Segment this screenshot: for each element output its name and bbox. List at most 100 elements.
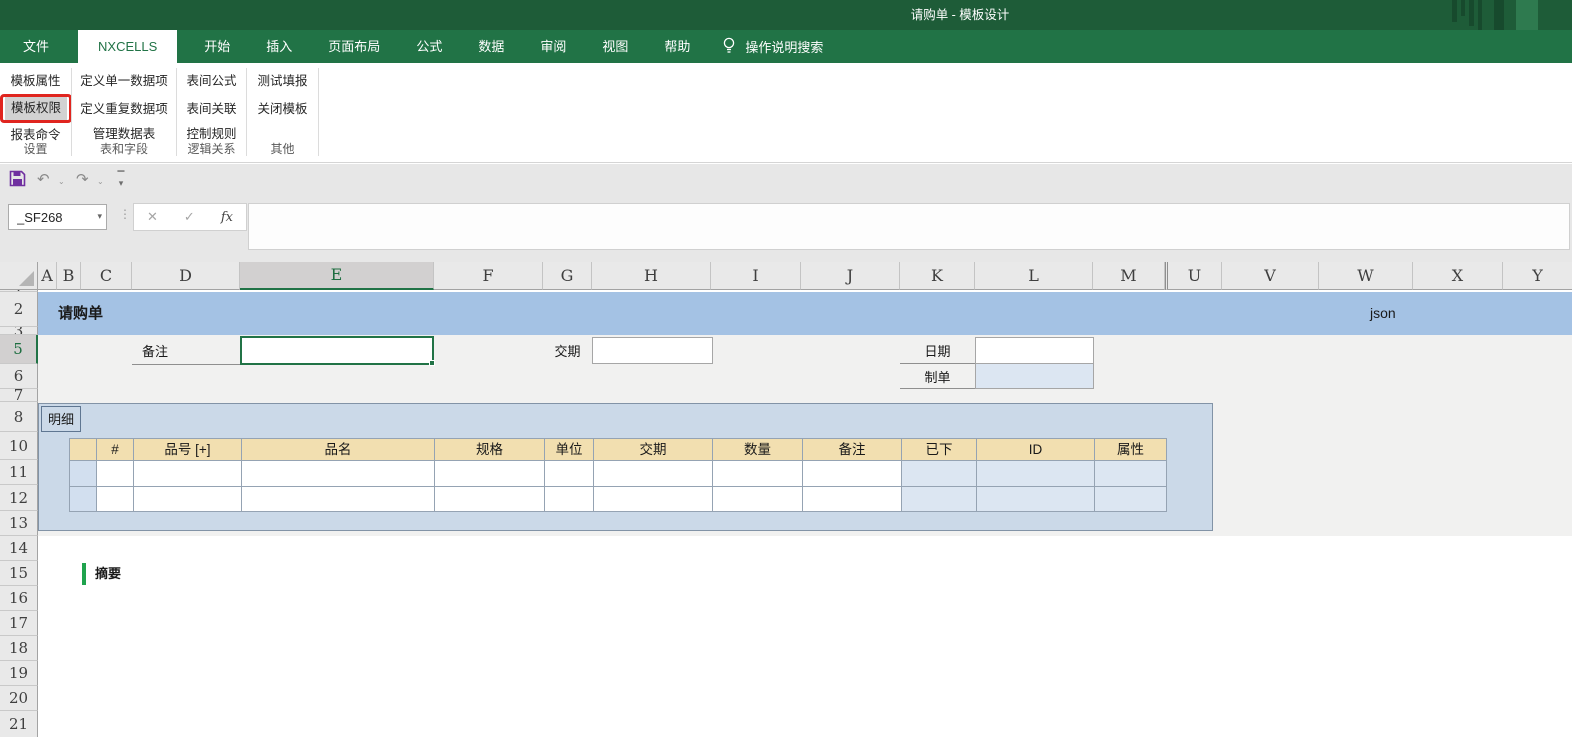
tab-help[interactable]: 帮助: [649, 30, 705, 63]
row-header-12[interactable]: 12: [0, 485, 38, 511]
detail-cell[interactable]: [977, 487, 1095, 512]
insert-function-icon[interactable]: fx: [221, 210, 233, 225]
row-header-6[interactable]: 6: [0, 364, 38, 389]
col-header-B[interactable]: B: [57, 262, 81, 290]
detail-cell[interactable]: [134, 461, 242, 487]
col-header-G[interactable]: G: [543, 262, 592, 290]
name-box-dropdown-icon[interactable]: ▾: [97, 211, 102, 222]
sheet-canvas: 请购单 json 备注 交期 日期 制单 明细 #: [38, 290, 1572, 737]
qat-customize-icon[interactable]: ▔▾: [116, 173, 126, 187]
cancel-icon[interactable]: ✕: [147, 209, 158, 225]
row-header-7[interactable]: 7: [0, 389, 38, 402]
detail-cell[interactable]: [977, 461, 1095, 487]
row-header-16[interactable]: 16: [0, 586, 38, 611]
row-header-21[interactable]: 21: [0, 711, 38, 737]
name-box[interactable]: ▾: [8, 204, 107, 230]
row-header-13[interactable]: 13: [0, 511, 38, 536]
btn-template-permissions[interactable]: 模板权限: [5, 97, 67, 120]
detail-cell[interactable]: [242, 487, 435, 512]
tab-home[interactable]: 开始: [189, 30, 245, 63]
row-header-17[interactable]: 17: [0, 611, 38, 636]
tab-data[interactable]: 数据: [463, 30, 519, 63]
tab-file[interactable]: 文件: [8, 30, 64, 63]
detail-cell[interactable]: [902, 487, 977, 512]
col-header-Y[interactable]: Y: [1503, 262, 1572, 290]
detail-cell[interactable]: [242, 461, 435, 487]
undo-icon[interactable]: ↶: [37, 171, 50, 189]
detail-cell[interactable]: [97, 487, 134, 512]
col-header-K[interactable]: K: [900, 262, 975, 290]
detail-cell[interactable]: [545, 487, 594, 512]
detail-cell[interactable]: [803, 487, 902, 512]
col-header-V[interactable]: V: [1222, 262, 1319, 290]
redo-dropdown-icon[interactable]: ⌄: [97, 177, 104, 186]
row-header-5-selected[interactable]: 5: [0, 335, 38, 364]
detail-cell[interactable]: [545, 461, 594, 487]
btn-define-single-item[interactable]: 定义单一数据项: [72, 70, 176, 93]
col-header-L[interactable]: L: [975, 262, 1093, 290]
tab-page-layout[interactable]: 页面布局: [313, 30, 395, 63]
row-header-11[interactable]: 11: [0, 460, 38, 485]
row-header-14[interactable]: 14: [0, 536, 38, 561]
detail-cell[interactable]: [713, 487, 803, 512]
detail-cell[interactable]: [97, 461, 134, 487]
undo-dropdown-icon[interactable]: ⌄: [58, 177, 65, 186]
tab-insert[interactable]: 插入: [251, 30, 307, 63]
btn-template-properties[interactable]: 模板属性: [0, 70, 71, 93]
col-header-D[interactable]: D: [132, 262, 240, 290]
btn-cross-table-formula[interactable]: 表间公式: [177, 70, 246, 93]
detail-cell[interactable]: [435, 461, 545, 487]
row-header-2[interactable]: 2: [0, 292, 38, 327]
detail-cell[interactable]: [594, 487, 713, 512]
col-header-X[interactable]: X: [1413, 262, 1503, 290]
row-header-3[interactable]: 3: [0, 327, 38, 335]
btn-cross-table-link[interactable]: 表间关联: [177, 98, 246, 121]
detail-cell[interactable]: [70, 487, 97, 512]
detail-cell[interactable]: [70, 461, 97, 487]
detail-cell[interactable]: [1095, 487, 1167, 512]
col-header-E-selected[interactable]: E: [240, 262, 434, 290]
tab-view[interactable]: 视图: [587, 30, 643, 63]
tab-formulas[interactable]: 公式: [401, 30, 457, 63]
formula-bar-splitter[interactable]: ⋮: [119, 207, 131, 221]
col-header-H[interactable]: H: [592, 262, 711, 290]
btn-define-repeat-item[interactable]: 定义重复数据项: [72, 98, 176, 121]
due-date-input-cell[interactable]: [592, 337, 713, 364]
fill-handle[interactable]: [429, 360, 435, 366]
date-input-cell[interactable]: [975, 337, 1094, 364]
row-header-8[interactable]: 8: [0, 402, 38, 432]
col-header-J[interactable]: J: [801, 262, 900, 290]
col-header-F[interactable]: F: [434, 262, 543, 290]
detail-cell[interactable]: [594, 461, 713, 487]
detail-cell[interactable]: [1095, 461, 1167, 487]
redo-icon[interactable]: ↷: [76, 171, 89, 189]
detail-cell[interactable]: [902, 461, 977, 487]
row-header-15[interactable]: 15: [0, 561, 38, 586]
tell-me-search[interactable]: 操作说明搜索: [722, 30, 823, 63]
detail-cell[interactable]: [713, 461, 803, 487]
tab-nxcells[interactable]: NXCELLS: [78, 30, 177, 63]
row-header-10[interactable]: 10: [0, 432, 38, 460]
col-header-W[interactable]: W: [1319, 262, 1413, 290]
btn-close-template[interactable]: 关闭模板: [247, 98, 318, 121]
save-icon[interactable]: [9, 170, 26, 192]
select-all-corner[interactable]: [0, 262, 38, 290]
col-header-A[interactable]: A: [38, 262, 57, 290]
col-header-C[interactable]: C: [81, 262, 132, 290]
name-box-input[interactable]: [9, 205, 89, 229]
col-header-M[interactable]: M: [1093, 262, 1165, 290]
col-header-U[interactable]: U: [1165, 262, 1222, 290]
detail-cell[interactable]: [134, 487, 242, 512]
formula-input[interactable]: [248, 203, 1570, 250]
col-header-I[interactable]: I: [711, 262, 801, 290]
row-header-18[interactable]: 18: [0, 636, 38, 661]
row-header-20[interactable]: 20: [0, 686, 38, 711]
detail-cell[interactable]: [803, 461, 902, 487]
btn-test-fill[interactable]: 测试填报: [247, 70, 318, 93]
tab-review[interactable]: 审阅: [525, 30, 581, 63]
row-header-19[interactable]: 19: [0, 661, 38, 686]
enter-check-icon[interactable]: ✓: [184, 209, 195, 225]
active-cell-E5[interactable]: [240, 336, 434, 365]
maker-input-cell[interactable]: [975, 363, 1094, 389]
detail-cell[interactable]: [435, 487, 545, 512]
